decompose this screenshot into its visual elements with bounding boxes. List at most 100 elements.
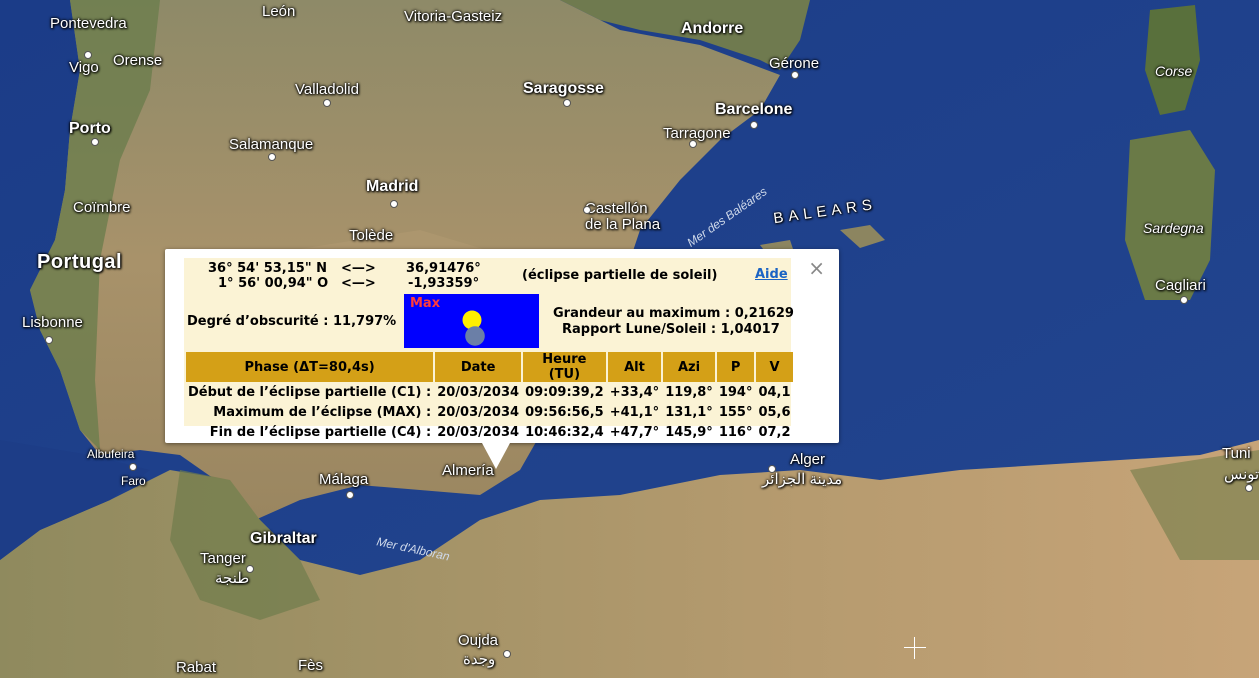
city-marker [1180, 296, 1188, 304]
table-header-row: Phase (ΔT=80,4s) Date Heure (TU) Alt Azi… [186, 352, 793, 382]
map-label-tunis-ar: تونس [1224, 466, 1259, 483]
longitude-dms: 1° 56' 00,94" O [218, 276, 329, 291]
map-label-oujda-ar: وجدة [463, 651, 496, 668]
map-label-valladolid: Valladolid [295, 81, 359, 98]
phase-cell: Début de l’éclipse partielle (C1) : [188, 384, 432, 400]
eclipse-max-diagram: Max [404, 294, 539, 348]
map-label-cagliari: Cagliari [1155, 277, 1206, 294]
col-header-azi: Azi [663, 352, 715, 382]
map-label-tunis: Tuni [1222, 445, 1251, 462]
p-cell: 194° [718, 384, 753, 400]
map-label-gerone: Gérone [769, 55, 820, 72]
date-cell: 20/03/2034 [437, 424, 520, 440]
map-label-pontevedra: Pontevedra [50, 15, 127, 32]
city-marker [1245, 484, 1253, 492]
city-marker [84, 51, 92, 59]
eclipse-type: (éclipse partielle de soleil) [522, 268, 718, 283]
moon-disc [465, 326, 485, 346]
city-marker [503, 650, 511, 658]
date-cell: 20/03/2034 [437, 384, 520, 400]
city-marker [91, 138, 99, 146]
map-label-leon: León [262, 3, 296, 20]
map-label-salamanque: Salamanque [229, 136, 314, 153]
azi-cell: 145,9° [665, 424, 713, 440]
eclipse-info-window: × 36° 54' 53,15" N 1° 56' 00,94" O <—> <… [165, 249, 839, 443]
arrow-lon: <—> [341, 276, 376, 291]
map-label-vigo: Vigo [69, 59, 99, 76]
map-label-tanger-ar: طنجة [215, 570, 250, 587]
map-label-barcelone: Barcelone [715, 101, 793, 118]
col-header-phase: Phase (ΔT=80,4s) [186, 352, 434, 382]
map-label-castellon: Castellón de la Plana [585, 200, 661, 233]
crosshair-vertical [914, 637, 915, 659]
map-label-alger-ar: مدينة الجزائر [762, 471, 843, 488]
p-cell: 155° [718, 404, 753, 420]
p-cell: 116° [718, 424, 753, 440]
help-link[interactable]: Aide [755, 267, 788, 282]
city-marker [689, 140, 697, 148]
map-label-andorre: Andorre [681, 20, 744, 37]
city-marker [346, 491, 354, 499]
time-cell: 09:56:56,5 [525, 404, 604, 420]
phase-cell: Maximum de l’éclipse (MAX) : [213, 404, 432, 420]
map-label-rabat: Rabat [176, 659, 217, 676]
map-label-malaga: Málaga [319, 471, 369, 488]
magnitude-value: Grandeur au maximum : 0,21629 [553, 306, 794, 321]
map-label-albufeira: Albufeira [87, 447, 135, 461]
city-marker [129, 463, 137, 471]
city-marker [246, 565, 254, 573]
col-header-date: Date [435, 352, 522, 382]
v-cell: 04,1 [758, 384, 791, 400]
azi-cell: 119,8° [665, 384, 713, 400]
time-cell: 10:46:32,4 [525, 424, 604, 440]
arrow-lat: <—> [341, 261, 376, 276]
latitude-dms: 36° 54' 53,15" N [208, 261, 328, 276]
map-label-fes: Fès [298, 657, 324, 674]
map-label-portugal: Portugal [37, 251, 123, 273]
map-label-corse: Corse [1155, 63, 1193, 79]
moon-sun-ratio: Rapport Lune/Soleil : 1,04017 [562, 322, 780, 337]
city-marker [45, 336, 53, 344]
map-label-oujda: Oujda [458, 632, 499, 649]
col-header-alt: Alt [607, 352, 662, 382]
map-label-madrid: Madrid [366, 178, 419, 195]
alt-cell: +41,1° [609, 404, 660, 420]
map-label-coimbre: Coïmbre [73, 199, 131, 216]
longitude-decimal: -1,93359° [408, 276, 480, 291]
map-label-vitoria: Vitoria-Gasteiz [404, 8, 503, 25]
eclipse-info-panel: 36° 54' 53,15" N 1° 56' 00,94" O <—> <—>… [184, 258, 794, 440]
alt-cell: +33,4° [609, 384, 660, 400]
map-label-saragosse: Saragosse [523, 80, 604, 97]
city-marker [791, 71, 799, 79]
crosshair-horizontal [904, 647, 926, 648]
info-window-pointer [482, 443, 510, 469]
city-marker [390, 200, 398, 208]
map-label-sardegna: Sardegna [1143, 220, 1204, 236]
city-marker [268, 153, 276, 161]
phase-cell: Fin de l’éclipse partielle (C4) : [209, 424, 432, 440]
v-cell: 07,2 [758, 424, 791, 440]
map-label-orense: Orense [113, 52, 163, 69]
map-label-lisbonne: Lisbonne [22, 314, 83, 331]
table-row: Fin de l’éclipse partielle (C4) : 20/03/… [186, 422, 793, 442]
map-label-tanger: Tanger [200, 550, 246, 567]
col-header-v: V [756, 352, 793, 382]
close-button[interactable]: × [808, 258, 825, 278]
table-row: Début de l’éclipse partielle (C1) : 20/0… [186, 382, 793, 402]
col-header-p: P [716, 352, 755, 382]
latitude-decimal: 36,91476° [406, 261, 481, 276]
alt-cell: +47,7° [609, 424, 660, 440]
time-cell: 09:09:39,2 [525, 384, 604, 400]
map-label-alger: Alger [790, 451, 826, 468]
city-marker [323, 99, 331, 107]
obscuration-value: Degré d’obscurité : 11,797% [187, 314, 397, 329]
table-row: Maximum de l’éclipse (MAX) : 20/03/2034 … [186, 402, 793, 422]
city-marker [768, 465, 776, 473]
v-cell: 05,6 [758, 404, 791, 420]
eclipse-contacts-table: Phase (ΔT=80,4s) Date Heure (TU) Alt Azi… [184, 352, 795, 442]
city-marker [750, 121, 758, 129]
map-label-tolede: Tolède [349, 227, 394, 244]
map-label-faro: Faro [121, 474, 146, 488]
city-marker [563, 99, 571, 107]
azi-cell: 131,1° [665, 404, 713, 420]
